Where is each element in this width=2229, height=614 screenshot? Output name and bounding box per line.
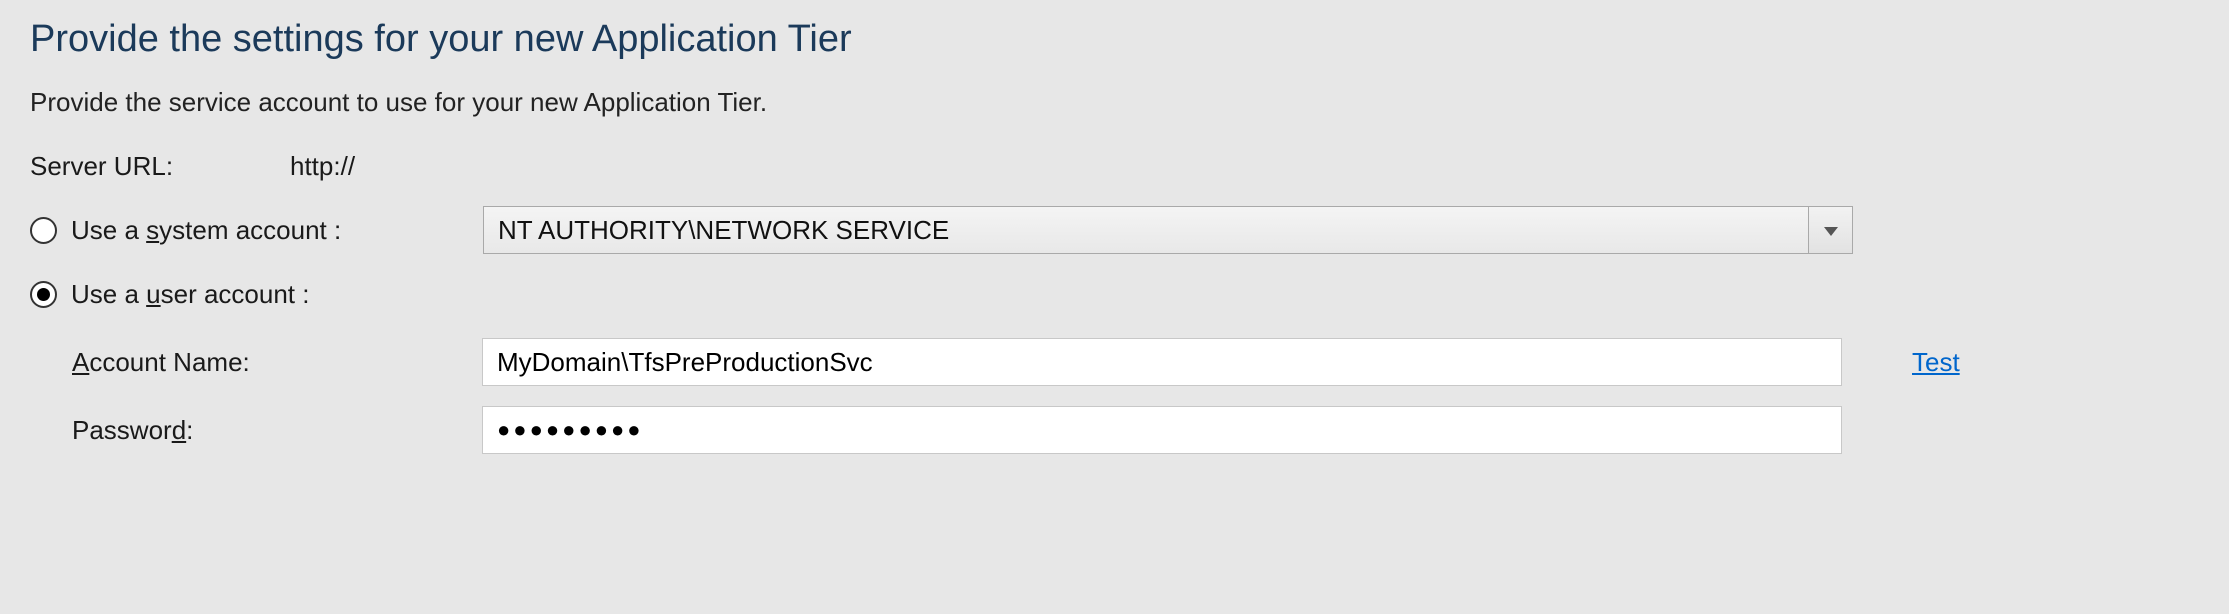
server-url-value: http://: [290, 151, 355, 182]
account-name-input[interactable]: [482, 338, 1842, 386]
text-fragment: ser account :: [161, 279, 310, 309]
password-label: Password:: [72, 415, 482, 446]
system-account-dropdown[interactable]: NT AUTHORITY\NETWORK SERVICE: [483, 206, 1853, 254]
dropdown-toggle-button[interactable]: [1808, 207, 1852, 253]
text-fragment: Use a: [71, 279, 146, 309]
user-account-radio[interactable]: [30, 281, 57, 308]
text-fragment: Use a: [71, 215, 146, 245]
user-account-label[interactable]: Use a user account :: [71, 279, 309, 310]
accelerator-char: s: [146, 215, 159, 245]
system-account-dropdown-value: NT AUTHORITY\NETWORK SERVICE: [484, 207, 1808, 253]
account-name-label: Account Name:: [72, 347, 482, 378]
accelerator-char: u: [146, 279, 160, 309]
user-account-row: Use a user account :: [30, 272, 2199, 316]
text-fragment: ccount Name:: [89, 347, 249, 377]
server-url-label: Server URL:: [30, 151, 290, 182]
system-account-radio[interactable]: [30, 217, 57, 244]
system-account-label[interactable]: Use a system account :: [71, 215, 465, 246]
server-url-row: Server URL: http://: [30, 144, 2199, 188]
password-input[interactable]: [482, 406, 1842, 454]
test-link[interactable]: Test: [1912, 347, 1960, 378]
text-fragment: :: [186, 415, 193, 445]
text-fragment: ystem account :: [159, 215, 341, 245]
chevron-down-icon: [1824, 216, 1838, 244]
password-row: Password:: [30, 406, 2199, 454]
text-fragment: Passwor: [72, 415, 172, 445]
account-name-row: Account Name: Test: [30, 338, 2199, 386]
system-account-row: Use a system account : NT AUTHORITY\NETW…: [30, 206, 2199, 254]
page-subtitle: Provide the service account to use for y…: [30, 87, 2199, 118]
accelerator-char: A: [72, 347, 89, 377]
page-title: Provide the settings for your new Applic…: [30, 18, 2199, 61]
accelerator-char: d: [172, 415, 186, 445]
